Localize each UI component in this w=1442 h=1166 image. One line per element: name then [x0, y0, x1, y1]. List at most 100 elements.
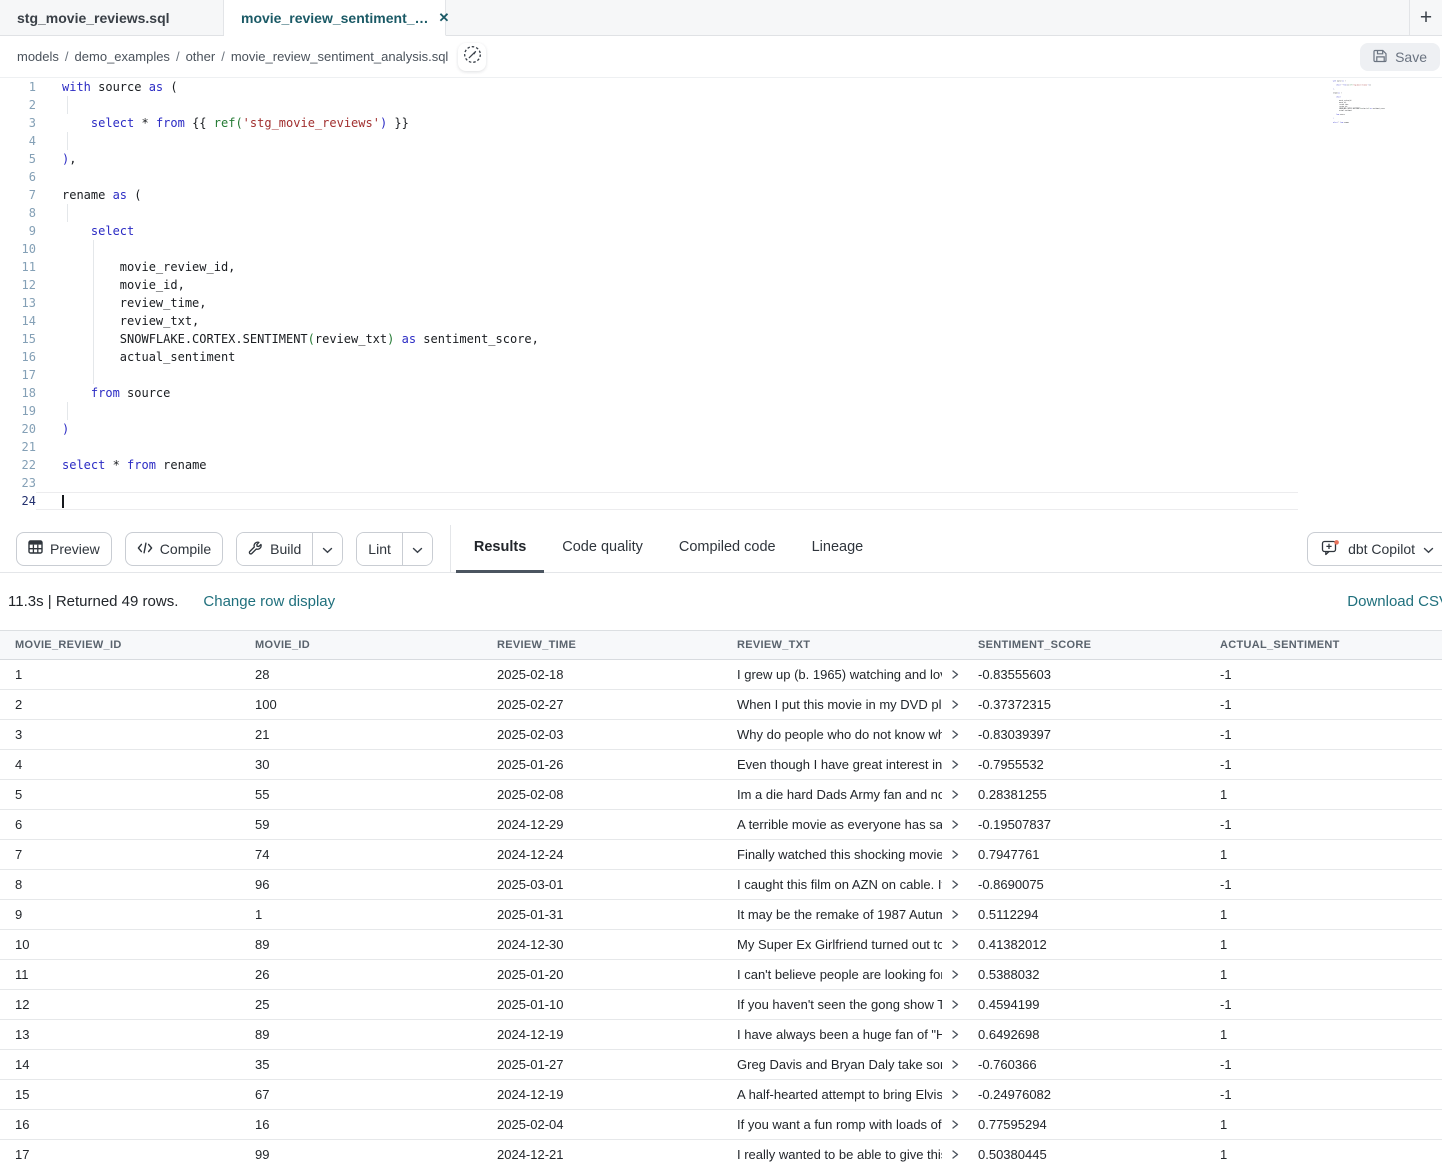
cell-sentiment_score: 0.50380445 [963, 1147, 1205, 1162]
compile-code-icon [137, 541, 153, 557]
code-token: ( [127, 188, 141, 202]
line-number: 15 [0, 330, 36, 348]
code-line-content: movie_review_id, [36, 258, 1442, 276]
new-tab-button[interactable]: + [1409, 0, 1442, 35]
tab-lineage[interactable]: Lineage [794, 525, 882, 573]
sql-code-editor[interactable]: 1with source as (23 select * from {{ ref… [0, 78, 1442, 525]
row-expand-chevron-icon[interactable] [950, 819, 960, 830]
cell-movie_id: 100 [240, 697, 482, 712]
cell-movie_review_id: 9 [0, 907, 240, 922]
file-tab-2[interactable]: movie_review_sentiment_…✕ [224, 0, 446, 36]
code-line: 1with source as ( [0, 78, 1442, 96]
code-line-content: from source [36, 384, 1442, 402]
cell-actual_sentiment: 1 [1205, 787, 1442, 802]
lint-button[interactable]: Lint [357, 533, 402, 565]
review-text: It may be the remake of 1987 Autumn'… [737, 907, 942, 922]
build-button[interactable]: Build [237, 533, 312, 565]
cell-movie_id: 21 [240, 727, 482, 742]
code-token: select [62, 458, 105, 472]
lint-dropdown-button[interactable] [402, 533, 432, 565]
code-line: 10 [0, 240, 1442, 258]
file-tab-1[interactable]: stg_movie_reviews.sql [0, 0, 224, 35]
tab-code-quality[interactable]: Code quality [544, 525, 661, 573]
breadcrumb-part[interactable]: other [186, 49, 216, 64]
row-expand-chevron-icon[interactable] [950, 1029, 960, 1040]
code-token [62, 116, 91, 130]
row-expand-chevron-icon[interactable] [950, 849, 960, 860]
table-row: 14352025-01-27Greg Davis and Bryan Daly … [0, 1050, 1442, 1080]
copilot-chat-sparkle-icon [1321, 539, 1340, 559]
cell-review_time: 2025-02-27 [482, 697, 722, 712]
cell-movie_review_id: 13 [0, 1027, 240, 1042]
cell-actual_sentiment: -1 [1205, 877, 1442, 892]
line-number: 16 [0, 348, 36, 366]
column-header-review_txt: REVIEW_TXT [722, 639, 963, 651]
row-expand-chevron-icon[interactable] [950, 699, 960, 710]
row-expand-chevron-icon[interactable] [950, 1119, 960, 1130]
row-expand-chevron-icon[interactable] [950, 969, 960, 980]
save-button[interactable]: Save [1360, 43, 1440, 71]
code-token: as [149, 80, 163, 94]
review-text: If you want a fun romp with loads of s… [737, 1117, 942, 1132]
cell-movie_review_id: 11 [0, 967, 240, 982]
code-line-content [36, 438, 1442, 456]
text-cursor [62, 495, 64, 508]
line-number: 1 [0, 78, 36, 96]
breadcrumb-file[interactable]: movie_review_sentiment_analysis.sql [231, 49, 449, 64]
row-expand-chevron-icon[interactable] [950, 789, 960, 800]
row-expand-chevron-icon[interactable] [950, 1149, 960, 1160]
cell-actual_sentiment: 1 [1205, 937, 1442, 952]
row-expand-chevron-icon[interactable] [950, 879, 960, 890]
editor-minimap[interactable]: with source as ( select * from {{ ref('s… [1330, 80, 1405, 150]
cell-sentiment_score: 0.41382012 [963, 937, 1205, 952]
download-csv-link[interactable]: Download CSV [1347, 593, 1442, 610]
line-number: 18 [0, 384, 36, 402]
code-token: rename [156, 458, 207, 472]
table-row: 8962025-03-01I caught this film on AZN o… [0, 870, 1442, 900]
cell-actual_sentiment: 1 [1205, 847, 1442, 862]
preview-button[interactable]: Preview [16, 532, 112, 566]
table-row: 4302025-01-26Even though I have great in… [0, 750, 1442, 780]
cell-sentiment_score: 0.28381255 [963, 787, 1205, 802]
dbt-copilot-button[interactable]: dbt Copilot [1307, 532, 1442, 566]
row-expand-chevron-icon[interactable] [950, 1059, 960, 1070]
code-token: , [69, 152, 76, 166]
row-expand-chevron-icon[interactable] [950, 759, 960, 770]
cell-review_txt: I grew up (b. 1965) watching and lovin… [722, 667, 963, 682]
row-expand-chevron-icon[interactable] [950, 999, 960, 1010]
toolbar-divider [450, 525, 451, 573]
breadcrumb-part[interactable]: demo_examples [75, 49, 170, 64]
cell-review_txt: A half-hearted attempt to bring Elvis P… [722, 1087, 963, 1102]
code-line-content: ) [36, 420, 1442, 438]
table-row: 3212025-02-03Why do people who do not kn… [0, 720, 1442, 750]
change-row-display-link[interactable]: Change row display [203, 593, 335, 610]
row-expand-chevron-icon[interactable] [950, 669, 960, 680]
row-expand-chevron-icon[interactable] [950, 939, 960, 950]
cell-review_time: 2025-02-18 [482, 667, 722, 682]
tab-compiled-code[interactable]: Compiled code [661, 525, 794, 573]
cell-actual_sentiment: 1 [1205, 1027, 1442, 1042]
cell-movie_review_id: 2 [0, 697, 240, 712]
code-token: ( [308, 332, 315, 346]
cell-review_txt: My Super Ex Girlfriend turned out to b… [722, 937, 963, 952]
build-dropdown-button[interactable] [312, 533, 342, 565]
plus-icon: + [1420, 6, 1432, 30]
ai-edit-badge[interactable] [458, 43, 486, 71]
review-text: I can't believe people are looking for a… [737, 967, 942, 982]
cell-movie_review_id: 14 [0, 1057, 240, 1072]
compile-button[interactable]: Compile [125, 532, 223, 566]
code-token: sentiment_score, [416, 332, 539, 346]
line-number: 3 [0, 114, 36, 132]
code-line: 21 [0, 438, 1442, 456]
breadcrumb-part[interactable]: models [17, 49, 59, 64]
code-line: 22select * from rename [0, 456, 1442, 474]
code-line: 9 select [0, 222, 1442, 240]
tab-results[interactable]: Results [456, 525, 544, 573]
code-line: 2 [0, 96, 1442, 114]
save-floppy-icon [1373, 48, 1388, 66]
row-expand-chevron-icon[interactable] [950, 909, 960, 920]
row-expand-chevron-icon[interactable] [950, 1089, 960, 1100]
line-number: 13 [0, 294, 36, 312]
row-expand-chevron-icon[interactable] [950, 729, 960, 740]
code-token: as [113, 188, 127, 202]
